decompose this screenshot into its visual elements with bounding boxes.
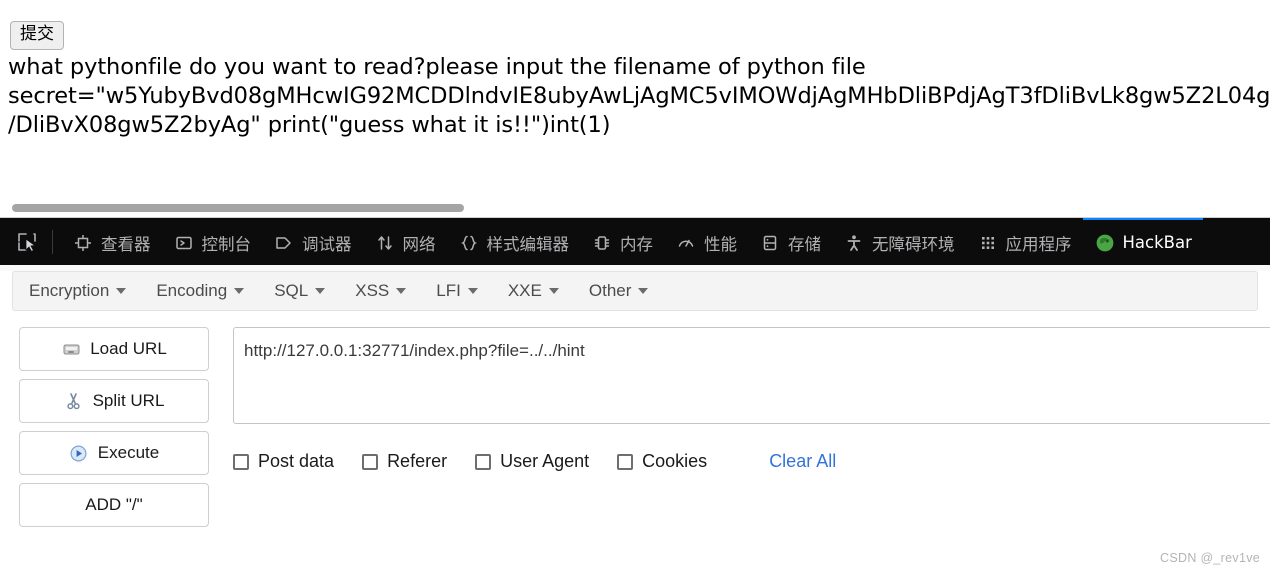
page-scrollbar-thumb[interactable]	[12, 204, 464, 212]
submit-button[interactable]: 提交	[10, 21, 64, 50]
load-url-icon	[61, 339, 81, 359]
hackbar-menu-xss[interactable]: XSS	[355, 281, 407, 301]
checkbox-label: Cookies	[642, 451, 708, 471]
button-label: Load URL	[90, 339, 167, 358]
menu-label: XXE	[507, 281, 542, 300]
devtools-tab-label: 内存	[620, 234, 653, 254]
hackbar-action-buttons: Load URL Split URL Execute ADD "/"	[19, 327, 209, 527]
hackbar-url-section: Post data Referer User Agent Cookies C	[233, 327, 1270, 472]
devtools-tab-label: 控制台	[201, 234, 252, 254]
checkbox-label: Referer	[387, 451, 448, 471]
devtools-tab-label: 调试器	[302, 234, 352, 254]
chevron-down-icon	[234, 288, 245, 294]
storage-icon	[759, 232, 781, 254]
checkbox-referer[interactable]: Referer	[362, 451, 447, 472]
load-url-button[interactable]: Load URL	[19, 327, 209, 371]
hackbar-menubar: Encryption Encoding SQL XSS LFI XXE Othe…	[12, 271, 1258, 311]
devtools-tab-label: 样式编辑器	[486, 234, 570, 254]
button-label: Execute	[97, 443, 160, 462]
menu-label: Other	[588, 281, 632, 300]
devtools-tab-label: 存储	[788, 234, 821, 254]
chevron-down-icon	[396, 288, 407, 294]
devtools-tab-memory[interactable]: 内存	[580, 218, 664, 265]
menu-label: XSS	[355, 281, 390, 300]
split-url-button[interactable]: Split URL	[19, 379, 209, 423]
devtools-tab-label: HackBar	[1122, 233, 1192, 252]
hackbar-firefox-icon	[1094, 232, 1116, 254]
page-response-text: what pythonfile do you want to read?plea…	[8, 53, 1270, 140]
network-icon	[374, 232, 396, 254]
chevron-down-icon	[116, 288, 127, 294]
url-input[interactable]	[233, 327, 1270, 424]
execute-play-icon	[69, 443, 89, 463]
chevron-down-icon	[548, 288, 559, 294]
add-slash-button[interactable]: ADD "/"	[19, 483, 209, 527]
devtools-tab-label: 无障碍环境	[872, 234, 955, 254]
page-horizontal-scrollbar[interactable]	[0, 200, 1270, 217]
hackbar-menu-lfi[interactable]: LFI	[436, 281, 478, 301]
hackbar-body: Load URL Split URL Execute ADD "/" http:…	[0, 327, 1270, 527]
devtools-panel: 查看器 控制台 调试器 网络 样式编辑器 内存 性能 存储 无障碍环境 应用程序…	[0, 217, 1270, 579]
page-text-line-1: what pythonfile do you want to read?plea…	[8, 54, 866, 80]
page-text-line-2: secret="w5YubyBvd08gMHcwIG92MCDDlndvIE8u…	[8, 83, 1270, 109]
clear-all-link[interactable]: Clear All	[769, 451, 836, 472]
checkbox-box[interactable]	[475, 453, 492, 470]
chevron-down-icon	[315, 288, 326, 294]
devtools-tab-inspector[interactable]: 查看器	[61, 218, 162, 265]
menu-label: SQL	[274, 281, 309, 300]
devtools-tab-performance[interactable]: 性能	[664, 218, 748, 265]
menu-label: LFI	[436, 281, 461, 300]
checkbox-box[interactable]	[362, 453, 379, 470]
console-icon	[173, 232, 195, 254]
toolbar-divider	[52, 229, 53, 254]
hackbar-menu-encoding[interactable]: Encoding	[156, 281, 245, 301]
checkbox-user-agent[interactable]: User Agent	[475, 451, 589, 472]
devtools-tab-debugger[interactable]: 调试器	[262, 218, 363, 265]
checkbox-label: User Agent	[500, 451, 590, 471]
performance-icon	[675, 232, 697, 254]
hackbar-menu-other[interactable]: Other	[589, 281, 649, 301]
chevron-down-icon	[638, 288, 649, 294]
devtools-tab-application[interactable]: 应用程序	[966, 218, 1083, 265]
devtools-tab-console[interactable]: 控制台	[162, 218, 263, 265]
devtools-tab-label: 应用程序	[1005, 234, 1072, 254]
button-label: Split URL	[92, 391, 165, 410]
chevron-down-icon	[467, 288, 478, 294]
devtools-tab-style-editor[interactable]: 样式编辑器	[447, 218, 581, 265]
checkbox-cookies[interactable]: Cookies	[617, 451, 707, 472]
memory-icon	[591, 232, 613, 254]
split-url-scissors-icon	[64, 391, 84, 411]
devtools-tab-storage[interactable]: 存储	[748, 218, 832, 265]
csdn-watermark: CSDN @_rev1ve	[1160, 551, 1260, 565]
devtools-tab-label: 网络	[402, 234, 436, 254]
debugger-icon	[273, 232, 295, 254]
element-picker-icon[interactable]	[10, 225, 44, 259]
page-text-line-3: /DliBvX08gw5Z2byAg" print("guess what it…	[8, 112, 611, 138]
application-icon	[977, 232, 999, 254]
hackbar-options-row: Post data Referer User Agent Cookies Cle…	[233, 451, 1270, 472]
devtools-tab-label: 查看器	[101, 234, 151, 254]
hackbar-menu-encryption[interactable]: Encryption	[29, 281, 127, 301]
devtools-tab-accessibility[interactable]: 无障碍环境	[832, 218, 966, 265]
hackbar-menu-xxe[interactable]: XXE	[508, 281, 559, 301]
devtools-tab-network[interactable]: 网络	[363, 218, 447, 265]
devtools-tabbar: 查看器 控制台 调试器 网络 样式编辑器 内存 性能 存储 无障碍环境 应用程序…	[0, 218, 1270, 265]
menu-label: Encryption	[29, 281, 110, 300]
button-label: ADD "/"	[85, 495, 143, 514]
accessibility-icon	[843, 232, 865, 254]
devtools-tab-hackbar[interactable]: HackBar	[1082, 218, 1203, 265]
checkbox-label: Post data	[258, 451, 335, 471]
hackbar-menu-sql[interactable]: SQL	[274, 281, 326, 301]
hackbar-panel: Encryption Encoding SQL XSS LFI XXE Othe…	[0, 271, 1270, 579]
checkbox-post-data[interactable]: Post data	[233, 451, 334, 472]
menu-label: Encoding	[156, 281, 228, 300]
checkbox-box[interactable]	[233, 453, 249, 470]
checkbox-box[interactable]	[617, 453, 634, 470]
devtools-tab-label: 性能	[704, 234, 737, 254]
style-editor-icon	[458, 232, 480, 254]
browser-page-content: 提交 what pythonfile do you want to read?p…	[0, 0, 1270, 220]
execute-button[interactable]: Execute	[19, 431, 209, 475]
inspector-icon	[72, 232, 94, 254]
